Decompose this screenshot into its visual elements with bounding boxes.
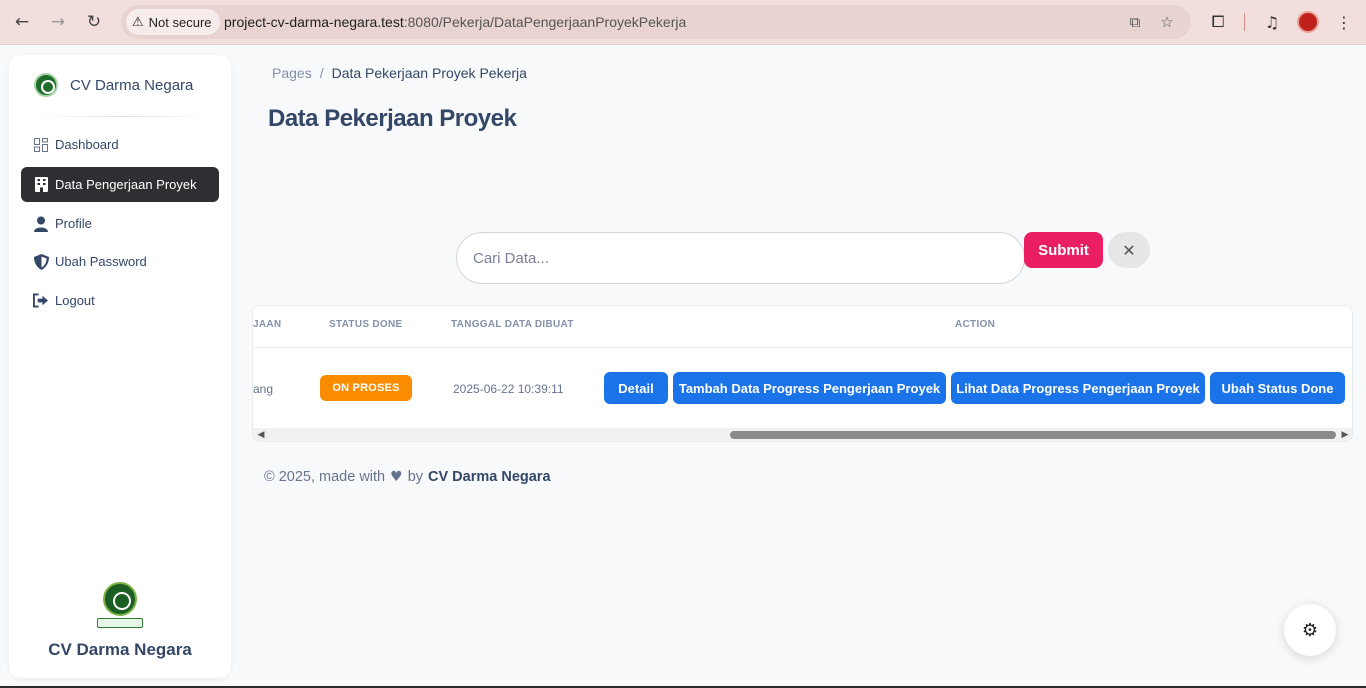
status-badge: ON PROSES: [320, 375, 412, 401]
column-header-status-done: STATUS DONE: [329, 319, 403, 330]
extensions-icon[interactable]: ⧠: [1207, 11, 1229, 33]
profile-avatar[interactable]: [1297, 11, 1319, 33]
change-status-button[interactable]: Ubah Status Done: [1210, 372, 1345, 404]
reload-icon[interactable]: ↻: [83, 11, 105, 33]
forward-icon[interactable]: →: [47, 11, 69, 33]
building-icon: [33, 177, 49, 193]
sidebar-divider: [33, 116, 213, 117]
submit-button[interactable]: Submit: [1024, 232, 1103, 268]
star-icon[interactable]: ☆: [1158, 13, 1176, 31]
url-text[interactable]: project-cv-darma-negara.test:8080/Pekerj…: [224, 14, 686, 30]
browser-toolbar: ← → ↻ ⚠ Not secure project-cv-darma-nega…: [0, 0, 1366, 45]
warning-icon: ⚠: [132, 14, 144, 30]
sidebar-item-ubah-password[interactable]: Ubah Password: [21, 244, 219, 279]
column-header-action: ACTION: [955, 319, 996, 330]
menu-icon[interactable]: ⋮: [1333, 11, 1355, 33]
breadcrumb-current: Data Pekerjaan Proyek Pekerja: [331, 65, 527, 81]
footer-brand-link[interactable]: CV Darma Negara: [428, 469, 551, 485]
logout-icon: [33, 293, 49, 309]
breadcrumb: Pages / Data Pekerjaan Proyek Pekerja: [272, 65, 527, 81]
detail-button[interactable]: Detail: [604, 372, 668, 404]
view-progress-button[interactable]: Lihat Data Progress Pengerjaan Proyek: [951, 372, 1205, 404]
footer-by: by: [407, 469, 424, 485]
security-label: Not secure: [148, 14, 212, 30]
translate-icon[interactable]: ⧉: [1126, 13, 1144, 31]
url-host: project-cv-darma-negara.test: [224, 14, 404, 30]
toolbar-divider: [1244, 13, 1245, 31]
security-chip[interactable]: ⚠ Not secure: [126, 9, 220, 35]
sidebar-item-dashboard[interactable]: Dashboard: [21, 127, 219, 162]
user-icon: [33, 216, 49, 232]
sidebar-item-label: Profile: [55, 216, 92, 231]
sidebar-item-label: Ubah Password: [55, 254, 147, 269]
scroll-left-icon[interactable]: ◀: [255, 429, 267, 441]
data-table: JAAN STATUS DONE TANGGAL DATA DIBUAT ACT…: [252, 305, 1353, 442]
clear-search-button[interactable]: ✕: [1108, 232, 1150, 268]
sidebar-item-data-pengerjaan-proyek[interactable]: Data Pengerjaan Proyek: [21, 167, 219, 202]
table-header-divider: [253, 347, 1352, 348]
shield-icon: [33, 253, 49, 270]
breadcrumb-separator: /: [319, 65, 324, 81]
cell-pekerjaan: ang: [253, 382, 274, 396]
search-input[interactable]: [456, 232, 1025, 284]
heart-icon: ♥: [390, 469, 403, 485]
sidebar-item-profile[interactable]: Profile: [21, 206, 219, 241]
url-path: :8080/Pekerja/DataPengerjaanProyekPekerj…: [403, 14, 687, 30]
page-footer: © 2025, made with ♥ by CV Darma Negara: [264, 469, 551, 485]
gear-icon: ⚙: [1301, 619, 1319, 641]
add-progress-button[interactable]: Tambah Data Progress Pengerjaan Proyek: [673, 372, 946, 404]
brand-name: CV Darma Negara: [70, 76, 194, 94]
footer-prefix: © 2025, made with: [264, 469, 386, 485]
dashboard-icon: [33, 137, 49, 153]
sidebar-item-label: Dashboard: [55, 137, 119, 152]
settings-fab[interactable]: ⚙: [1284, 604, 1336, 656]
company-logo: [97, 582, 143, 630]
brand[interactable]: CV Darma Negara: [34, 73, 193, 97]
address-bar[interactable]: ⚠ Not secure project-cv-darma-negara.tes…: [121, 5, 1191, 39]
sidebar-item-label: Data Pengerjaan Proyek: [55, 177, 197, 192]
sidebar: CV Darma Negara Dashboard Data Pengerjaa…: [9, 55, 231, 678]
back-icon[interactable]: ←: [11, 11, 33, 33]
media-icon[interactable]: ♫: [1261, 11, 1283, 33]
brand-logo: [34, 73, 58, 97]
scrollbar-thumb[interactable]: [730, 431, 1336, 439]
column-header-tanggal: TANGGAL DATA DIBUAT: [451, 319, 574, 330]
sidebar-item-logout[interactable]: Logout: [21, 283, 219, 318]
company-name: CV Darma Negara: [48, 640, 192, 659]
cell-created-date: 2025-06-22 10:39:11: [453, 382, 564, 396]
page-title: Data Pekerjaan Proyek: [268, 105, 517, 132]
sidebar-item-label: Logout: [55, 293, 95, 308]
scroll-right-icon[interactable]: ▶: [1339, 429, 1351, 441]
breadcrumb-root[interactable]: Pages: [272, 65, 312, 81]
column-header-pekerjaan: JAAN: [253, 319, 282, 330]
